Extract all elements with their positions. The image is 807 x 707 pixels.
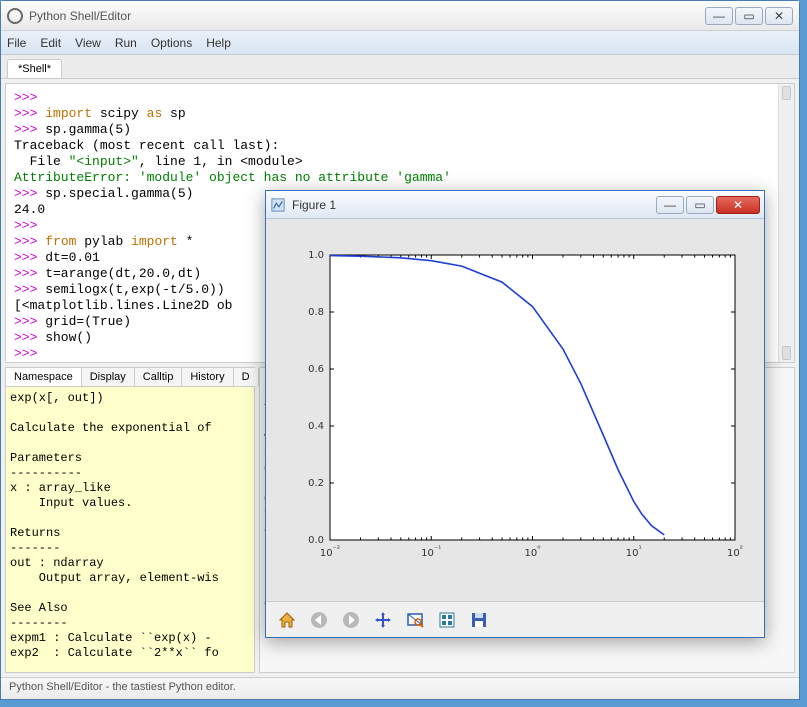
plot-svg: 0.0 0.2 0.4 0.6 0.8 1.0 10⁻² 10⁻¹ 10⁰ 10¹ 10² [280,240,750,580]
tab-calltip[interactable]: Calltip [135,368,183,386]
namespace-panel: Namespace Display Calltip History D exp(… [5,367,255,673]
editor-tab-strip: *Shell* [1,55,799,79]
figure-title: Figure 1 [292,198,656,212]
close-button[interactable]: ✕ [765,7,793,25]
menu-help[interactable]: Help [206,36,231,50]
figure-icon [270,197,286,213]
app-title: Python Shell/Editor [29,9,705,23]
menu-options[interactable]: Options [151,36,192,50]
svg-text:10⁻²: 10⁻² [320,544,340,559]
namespace-docstring[interactable]: exp(x[, out]) Calculate the exponential … [6,387,254,672]
figure-minimize-button[interactable]: — [656,196,684,214]
svg-text:10⁰: 10⁰ [525,544,541,559]
save-icon[interactable] [466,607,492,633]
menu-view[interactable]: View [75,36,101,50]
tab-namespace[interactable]: Namespace [6,368,82,386]
zoom-icon[interactable] [402,607,428,633]
tab-d[interactable]: D [234,368,259,386]
svg-text:10¹: 10¹ [626,544,642,559]
svg-text:1.0: 1.0 [308,250,324,261]
titlebar[interactable]: Python Shell/Editor — ▭ ✕ [1,1,799,31]
svg-text:0.8: 0.8 [308,307,324,318]
figure-maximize-button[interactable]: ▭ [686,196,714,214]
menu-file[interactable]: File [7,36,26,50]
figure-window[interactable]: Figure 1 — ▭ ✕ 0.0 0.2 0.4 0.6 0.8 1.0 10⁻² 10⁻… [265,190,765,638]
window-controls: — ▭ ✕ [705,7,793,25]
svg-text:0.2: 0.2 [308,478,324,489]
maximize-button[interactable]: ▭ [735,7,763,25]
minimize-button[interactable]: — [705,7,733,25]
forward-icon[interactable] [338,607,364,633]
menu-edit[interactable]: Edit [40,36,61,50]
menu-run[interactable]: Run [115,36,137,50]
figure-titlebar[interactable]: Figure 1 — ▭ ✕ [266,191,764,219]
figure-close-button[interactable]: ✕ [716,196,760,214]
svg-text:10⁻¹: 10⁻¹ [421,544,441,559]
app-icon [7,8,23,24]
subplots-icon[interactable] [434,607,460,633]
home-icon[interactable] [274,607,300,633]
svg-text:0.6: 0.6 [308,364,324,375]
pan-icon[interactable] [370,607,396,633]
figure-canvas[interactable]: 0.0 0.2 0.4 0.6 0.8 1.0 10⁻² 10⁻¹ 10⁰ 10¹ 10² [266,219,764,601]
menubar: File Edit View Run Options Help [1,31,799,55]
svg-text:0.0: 0.0 [308,535,324,546]
tab-shell[interactable]: *Shell* [7,59,62,78]
figure-window-controls: — ▭ ✕ [656,196,760,214]
svg-text:0.4: 0.4 [308,421,324,432]
tab-display[interactable]: Display [82,368,135,386]
status-bar: Python Shell/Editor - the tastiest Pytho… [1,677,799,699]
svg-text:10²: 10² [727,544,743,559]
figure-toolbar [266,601,764,637]
tab-history[interactable]: History [182,368,233,386]
namespace-tabs: Namespace Display Calltip History D [6,368,254,387]
back-icon[interactable] [306,607,332,633]
